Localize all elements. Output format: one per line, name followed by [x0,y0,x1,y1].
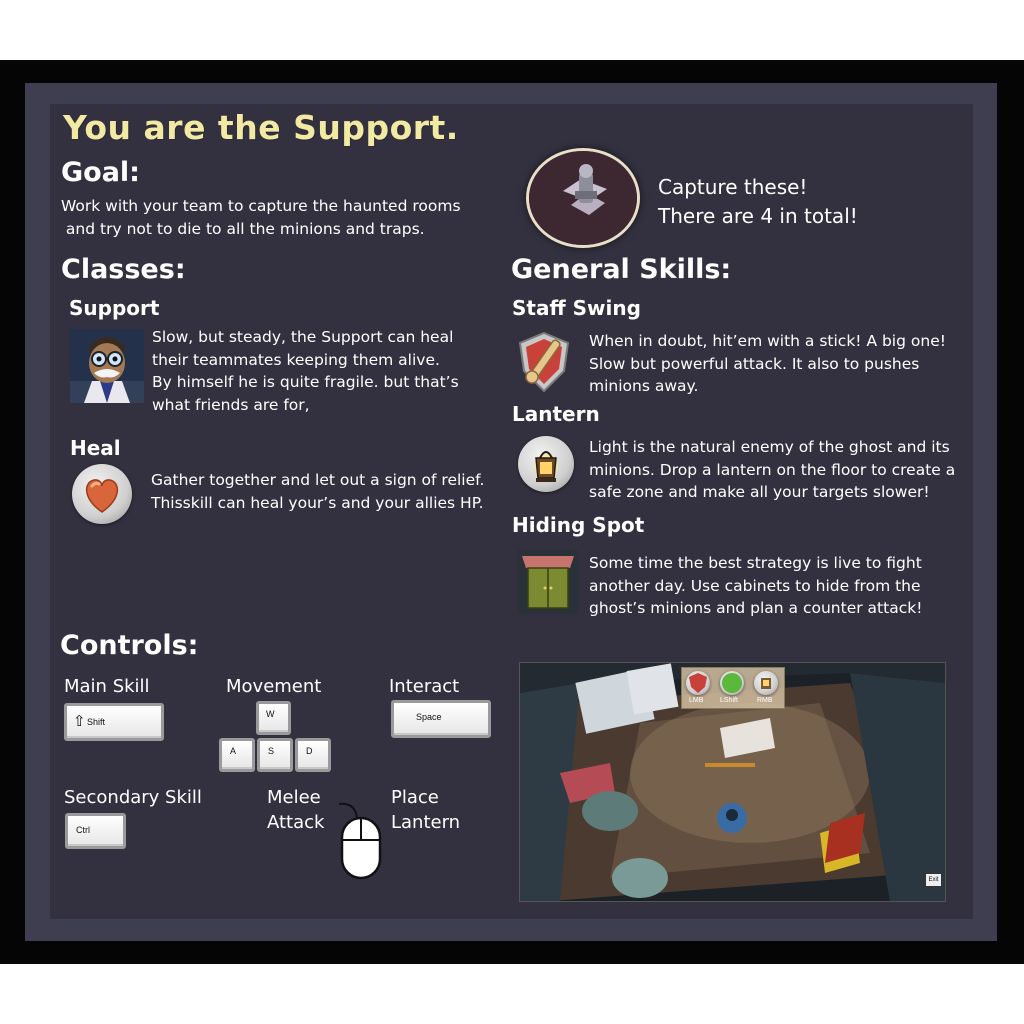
shift-key: ⇧ Shift [64,703,164,741]
space-key: Space [391,700,491,738]
hud-lantern-icon [754,671,778,695]
place-line: Place [391,787,439,808]
hiding-spot-name: Hiding Spot [512,513,645,537]
hud-rmb-label: RMB [757,697,773,704]
lantern-line: safe zone and make all your targets slow… [589,483,930,501]
staff-swing-line: When in doubt, hit’em with a stick! A bi… [589,332,946,350]
d-key: D [295,738,331,772]
a-key: A [219,738,255,772]
secondary-skill-label: Secondary Skill [64,787,202,808]
hud-heal-icon [720,671,744,695]
cabinet-icon [518,550,578,614]
support-description: Slow, but steady, the Support can heal t… [152,326,492,416]
melee-line: Attack [267,812,325,833]
shield-staff-icon [516,331,572,393]
s-key: S [257,738,293,772]
lantern-line: minions. Drop a lantern on the floor to … [589,460,956,479]
support-line: Slow, but steady, the Support can heal [152,328,454,346]
hiding-spot-line: another day. Use cabinets to hide from t… [589,576,921,595]
goal-heading: Goal: [61,157,140,188]
lantern-description: Light is the natural enemy of the ghost … [589,436,959,504]
skill-hud: LMB LShift RMB [681,667,785,709]
melee-attack-label: Melee Attack [267,785,324,835]
support-class-name: Support [69,296,160,320]
staff-swing-line: Slow but powerful attack. It also to pus… [589,354,920,373]
heal-skill-name: Heal [70,436,121,460]
space-key-label: Space [416,712,442,722]
capture-line: Capture these! [658,175,808,199]
heal-line: Thisskill can heal your’s and your allie… [151,493,484,512]
main-skill-label: Main Skill [64,676,150,697]
support-line: By himself he is quite fragile. but that… [152,373,459,391]
hud-lshift-label: LShift [720,697,738,704]
general-skills-heading: General Skills: [511,254,732,285]
capture-point-icon [526,148,640,248]
hud-lmb-label: LMB [689,697,704,704]
place-lantern-label: Place Lantern [391,785,460,835]
s-key-label: S [268,746,275,756]
support-portrait [70,329,144,403]
movement-label: Movement [226,676,322,697]
controls-heading: Controls: [60,630,199,661]
support-line: what friends are for, [152,395,310,414]
goal-text-line: Work with your team to capture the haunt… [61,197,461,215]
hiding-spot-line: Some time the best strategy is live to f… [589,554,922,572]
lantern-skill-name: Lantern [512,402,600,426]
gameplay-screenshot: LMB LShift RMB Exit [519,662,946,902]
hiding-spot-description: Some time the best strategy is live to f… [589,552,959,620]
page-title: You are the Support. [63,108,459,147]
d-key-label: D [306,746,313,756]
capture-text: Capture these! There are 4 in total! [658,173,858,231]
goal-text: Work with your team to capture the haunt… [61,195,501,240]
heal-description: Gather together and let out a sign of re… [151,469,496,514]
staff-swing-name: Staff Swing [512,296,641,320]
goal-text-line: and try not to die to all the minions an… [61,219,425,238]
shift-key-label: Shift [87,717,106,727]
capture-line: There are 4 in total! [658,204,858,228]
shift-arrow-icon: ⇧ [73,713,86,730]
a-key-label: A [230,746,237,756]
place-line: Lantern [391,812,461,833]
heal-line: Gather together and let out a sign of re… [151,471,485,489]
ctrl-key-label: Ctrl [76,825,90,835]
interact-label: Interact [389,676,460,697]
hud-staff-icon [686,671,710,695]
w-key-label: W [266,709,275,719]
mouse-icon [335,800,385,882]
ctrl-key: Ctrl [65,813,126,849]
exit-button[interactable]: Exit [925,873,942,887]
staff-swing-description: When in doubt, hit’em with a stick! A bi… [589,330,959,398]
heart-icon [72,464,132,524]
w-key: W [256,701,291,735]
staff-swing-line: minions away. [589,377,699,395]
lantern-line: Light is the natural enemy of the ghost … [589,438,950,456]
lantern-icon [518,436,574,492]
classes-heading: Classes: [61,254,186,285]
support-line: their teammates keeping them alive. [152,350,440,369]
hiding-spot-line: ghost’s minions and plan a counter attac… [589,599,923,617]
melee-line: Melee [267,787,321,808]
